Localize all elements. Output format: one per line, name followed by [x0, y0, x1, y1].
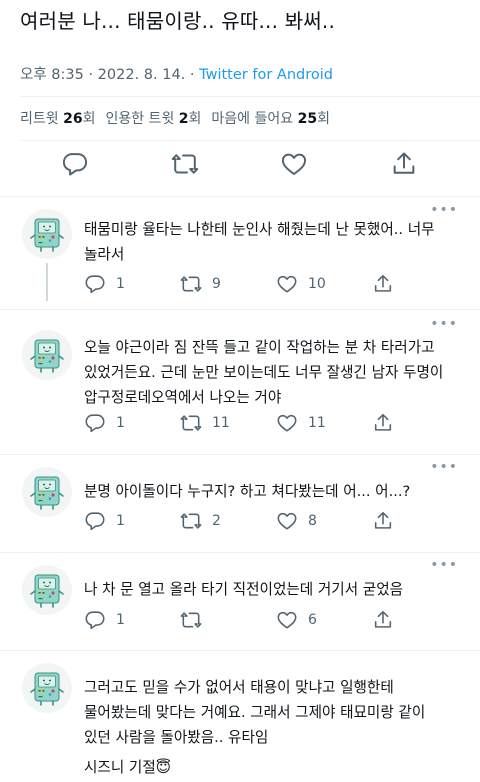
avatar[interactable] — [22, 330, 72, 380]
quotes-stat[interactable]: 인용한 트윗 2회 — [105, 111, 201, 127]
reply-button[interactable]: 1 — [84, 411, 125, 435]
share-icon — [372, 412, 394, 434]
avatar[interactable] — [22, 467, 72, 517]
reply-count: 1 — [116, 612, 125, 628]
share-icon — [372, 273, 394, 295]
reply-text-line: 시즈니 기절😇 — [84, 755, 456, 780]
tweet-stats: 리트윗 26회 인용한 트윗 2회 마음에 들어요 25회 — [20, 108, 330, 128]
share-button[interactable] — [372, 411, 394, 435]
retweet-button[interactable]: 11 — [180, 411, 230, 435]
share-icon[interactable] — [390, 150, 418, 178]
reply-tweet[interactable]: ••• 나 차 문 열고 올라 타기 직전이었는데 거기서 굳었음 1 6 — [0, 553, 480, 645]
reply-icon — [84, 510, 106, 532]
reply-tweet[interactable]: ••• 분명 아이돌이다 누구지? 하고 쳐다봤는데 어... 어...? 1 … — [0, 455, 480, 547]
like-count: 8 — [308, 513, 317, 529]
retweet-icon — [180, 273, 202, 295]
reply-text: 그러고도 믿을 수가 없어서 태용이 맞냐고 일행한테 물어봤는데 맞다는 거예… — [84, 679, 426, 746]
share-button[interactable] — [372, 509, 394, 533]
retweet-icon[interactable] — [171, 150, 199, 178]
retweets-stat[interactable]: 리트윗 26회 — [20, 111, 95, 127]
divider — [20, 140, 480, 141]
share-icon — [372, 510, 394, 532]
reply-tweet[interactable]: 그러고도 믿을 수가 없어서 태용이 맞냐고 일행한테 물어봤는데 맞다는 거예… — [0, 651, 480, 782]
reply-text-line-2: 시즈니 기절 — [84, 759, 156, 776]
retweet-icon — [180, 609, 202, 631]
reply-tweet[interactable]: ••• 태뭄미랑 율타는 나한테 눈인사 해줬는데 난 못했어.. 너무 놀라서… — [0, 197, 480, 309]
quotes-unit: 회 — [188, 111, 202, 127]
reply-button[interactable]: 1 — [84, 509, 125, 533]
like-icon — [276, 412, 298, 434]
thread-line — [46, 263, 48, 301]
more-options-icon[interactable]: ••• — [430, 557, 458, 573]
reply-button[interactable]: 1 — [84, 608, 125, 632]
more-options-icon[interactable]: ••• — [430, 316, 458, 332]
likes-label: 마음에 들어요 — [211, 111, 294, 127]
avatar[interactable] — [22, 565, 72, 615]
halo-emoji-icon: 😇 — [155, 759, 171, 776]
reply-count: 1 — [116, 276, 125, 292]
like-count: 10 — [308, 276, 326, 292]
retweet-icon — [180, 412, 202, 434]
like-icon — [276, 510, 298, 532]
reply-text: 태뭄미랑 율타는 나한테 눈인사 해줬는데 난 못했어.. 너무 놀라서 — [84, 221, 435, 263]
like-icon — [276, 273, 298, 295]
like-button[interactable]: 6 — [276, 608, 317, 632]
quotes-label: 인용한 트윗 — [105, 111, 175, 127]
retweets-label: 리트윗 — [20, 111, 59, 127]
share-button[interactable] — [372, 608, 394, 632]
like-count: 11 — [308, 415, 326, 431]
avatar[interactable] — [22, 209, 72, 259]
retweet-button[interactable] — [180, 608, 212, 632]
reply-icon — [84, 273, 106, 295]
reply-icon[interactable] — [61, 150, 89, 178]
likes-stat[interactable]: 마음에 들어요 25회 — [211, 111, 330, 127]
retweet-icon — [180, 510, 202, 532]
reply-text: 오늘 야근이라 짐 잔뜩 들고 같이 작업하는 분 차 타러가고 있었거든요. … — [84, 339, 444, 406]
reply-icon — [84, 412, 106, 434]
reply-actions: 1 9 10 — [84, 272, 464, 296]
reply-text: 분명 아이돌이다 누구지? 하고 쳐다봤는데 어... 어...? — [84, 483, 411, 500]
avatar[interactable] — [22, 663, 72, 713]
retweets-unit: 회 — [82, 111, 96, 127]
reply-actions: 1 2 8 — [84, 509, 464, 533]
like-icon[interactable] — [280, 150, 308, 178]
reply-actions: 1 11 11 — [84, 411, 464, 435]
like-button[interactable]: 11 — [276, 411, 326, 435]
like-icon — [276, 609, 298, 631]
likes-count: 25 — [297, 111, 318, 127]
like-button[interactable]: 10 — [276, 272, 326, 296]
quotes-count: 2 — [178, 111, 189, 127]
more-options-icon[interactable]: ••• — [430, 459, 458, 475]
divider — [20, 96, 480, 97]
more-options-icon[interactable]: ••• — [430, 202, 458, 218]
main-tweet-text: 여러분 나... 태뭄이랑.. 유따... 봐써.. — [20, 9, 336, 33]
tweet-source-link[interactable]: Twitter for Android — [199, 67, 333, 83]
retweet-count: 2 — [212, 513, 221, 529]
reply-count: 1 — [116, 513, 125, 529]
reply-tweet[interactable]: ••• 오늘 야근이라 짐 잔뜩 들고 같이 작업하는 분 차 타러가고 있었거… — [0, 310, 480, 448]
tweet-meta: 오후 8:35 · 2022. 8. 14. · Twitter for And… — [20, 63, 333, 84]
share-icon — [372, 609, 394, 631]
main-tweet-actions — [0, 150, 480, 180]
tweet-timestamp: 오후 8:35 · 2022. 8. 14. · — [20, 67, 200, 83]
reply-text: 나 차 문 열고 올라 타기 직전이었는데 거기서 굳었음 — [84, 581, 404, 598]
retweet-button[interactable]: 2 — [180, 509, 221, 533]
like-button[interactable]: 8 — [276, 509, 317, 533]
share-button[interactable] — [372, 272, 394, 296]
reply-actions: 1 6 — [84, 608, 464, 632]
retweet-button[interactable]: 9 — [180, 272, 221, 296]
reply-button[interactable]: 1 — [84, 272, 125, 296]
retweets-count: 26 — [63, 111, 83, 127]
retweet-count: 11 — [212, 415, 230, 431]
reply-icon — [84, 609, 106, 631]
retweet-count: 9 — [212, 276, 221, 292]
likes-unit: 회 — [317, 111, 330, 127]
reply-count: 1 — [116, 415, 125, 431]
like-count: 6 — [308, 612, 317, 628]
main-tweet: 여러분 나... 태뭄이랑.. 유따... 봐써.. 오후 8:35 · 202… — [0, 0, 480, 196]
